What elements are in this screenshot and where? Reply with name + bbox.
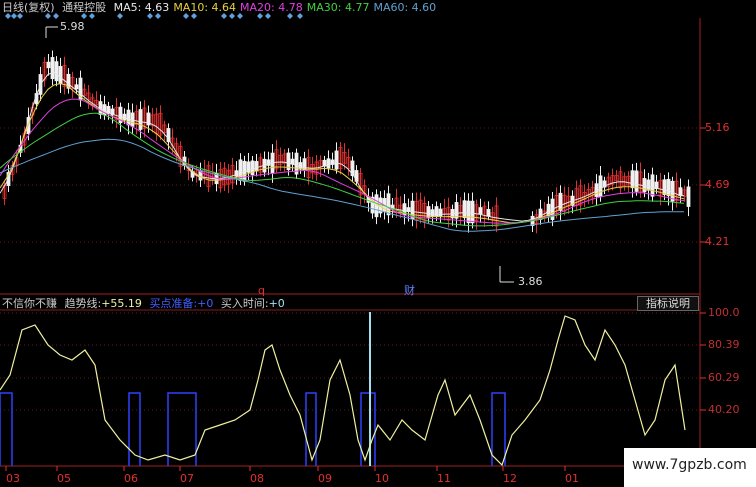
buy-ready-box [0,392,13,466]
buy-ready-box [167,392,197,466]
stock-chart-canvas [0,13,706,471]
candle-body [126,109,131,126]
marker-q: q [258,284,265,297]
candle-body [686,186,691,207]
trend-value: +55.19 [101,297,142,310]
ma30-line [0,112,685,227]
candle-body [462,200,467,219]
candle-body [430,209,435,218]
ma-legend-item: MA20: 4.78 [240,1,303,14]
ind-tick-3: 60.29 [708,371,740,384]
ma-legend-item: MA10: 4.64 [173,1,237,14]
x-axis-label: 11 [437,472,451,485]
ma-legend-item: MA5: 4.63 [113,1,170,14]
ind-tick-4: 40.20 [708,403,740,416]
candle-body [646,179,651,191]
x-axis-label: 03 [6,472,20,485]
high-price-label: 5.98 [60,20,85,33]
period-label[interactable]: 日线(复权) [2,1,55,14]
x-axis-label: 01 [565,472,579,485]
x-axis-label: 12 [503,472,517,485]
trend-label: 趋势线: [64,297,102,310]
candle-body [254,161,259,172]
candle-body [326,158,331,169]
indicator-title: 不信你不赚 [2,297,57,310]
candle-body [466,200,471,224]
price-tick-1: 5.16 [705,121,730,134]
x-axis-label: 05 [57,472,71,485]
x-axis-label: 07 [180,472,194,485]
ind-tick-1: 100.0 [708,306,740,319]
candle-body [634,170,639,192]
x-axis-label: 06 [124,472,138,485]
ma-legend-item: MA30: 4.77 [306,1,370,14]
candle-body [598,175,603,198]
candle-body [662,179,667,195]
candle-body [58,66,63,85]
buy-time-value: +0 [268,297,285,310]
candle-body [434,206,439,218]
indicator-header: 不信你不赚 趋势线:+55.19 买点准备:+0 买入时间:+0 [2,297,285,310]
stock-name: 通程控股 [62,1,107,14]
candle-body [558,192,563,211]
buy-ready-box [491,392,506,466]
marker-cai: 财 [404,284,415,297]
candle-body [122,113,127,121]
buy-ready-label: 买点准备: [149,297,198,310]
price-tick-2: 4.69 [705,178,730,191]
x-axis-label: 09 [318,472,332,485]
buy-time-label: 买入时间: [220,297,269,310]
candle-body [50,57,55,80]
trend-line [0,315,686,467]
ma-legend-item: MA60: 4.60 [373,1,437,14]
buy-ready-value: +0 [197,297,214,310]
watermark-box: www.7gpzb.com [624,448,756,487]
candle-body [234,170,239,177]
candle-body [46,61,51,69]
candle-body [334,150,339,170]
candle-body [470,200,475,224]
candle-body [138,109,143,130]
watermark-text: www.7gpzb.com [632,457,747,473]
candle-body [486,208,491,217]
candle-body [74,84,79,90]
low-price-label: 3.86 [518,275,543,288]
x-axis-label: 08 [250,472,264,485]
price-tick-3: 4.21 [705,235,730,248]
candle-body [666,178,671,197]
price-header: 日线(复权) 通程控股 MA5: 4.63 MA10: 4.64 MA20: 4.7… [2,1,444,14]
candle-body [386,193,391,216]
ma5-line [0,71,685,222]
candle-body [454,202,459,219]
candle-body [54,61,59,82]
ind-tick-2: 80.39 [708,338,740,351]
candle-body [438,208,443,217]
candle-body [650,174,655,197]
candle-body [630,170,635,189]
x-axis-label: 10 [375,472,389,485]
candle-body [478,207,483,215]
ma-legend: MA5: 4.63 MA10: 4.64 MA20: 4.78 MA30: 4.77 M… [114,1,441,14]
indicator-help-button[interactable]: 指标说明 [637,296,699,311]
